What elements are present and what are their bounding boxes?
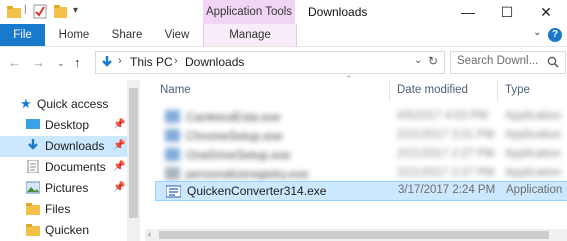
forward-arrow-icon[interactable]: → [32,55,45,70]
file-name: ChromeSetup.exe [186,129,283,143]
new-folder-icon[interactable] [53,4,68,19]
folder-icon [26,224,40,236]
file-date: 2/21/2017 3:21 PM [397,129,495,141]
file-date: 4/5/2017 4:53 PM [397,110,488,122]
nav-item-label: Pictures [45,181,89,195]
nav-item-label: Quicken [45,223,90,237]
search-box[interactable]: Search Downl... [450,51,566,74]
explorer-icon [7,6,21,18]
minimize-button[interactable]: — [450,2,486,22]
refresh-icon[interactable]: ↻ [428,54,438,68]
pictures-icon [26,181,40,194]
file-row-selected[interactable]: QuickenConverter314.exe 3/17/2017 2:24 P… [155,181,567,201]
quicken-app-icon [166,185,181,198]
tab-home[interactable]: Home [52,24,96,46]
scroll-left-icon[interactable]: ‹ [148,229,151,239]
pin-icon: 📌 [113,140,126,151]
navigation-pane: ★ Quick access Desktop 📌 Downloads 📌 Doc… [0,80,141,241]
pin-icon: 📌 [113,182,126,193]
address-bar[interactable]: › This PC › Downloads ⌄ ↻ [95,51,445,74]
up-arrow-icon[interactable]: ↑ [74,55,81,70]
file-date: 3/17/2017 2:24 PM [398,184,496,196]
search-input[interactable]: Search Downl... [457,55,538,67]
downloads-location-icon [102,56,112,67]
nav-item-label: Quick access [37,97,109,111]
close-button[interactable]: ✕ [528,2,564,22]
breadcrumb-separator: › [174,55,178,67]
separator: | [24,4,27,15]
file-name: personalizeregistry.exe [186,167,309,181]
expand-ribbon-icon[interactable]: ⌄ [533,27,541,38]
file-row[interactable]: OneDriveSetup.exe 2/21/2017 2:27 PM Appl… [155,145,567,164]
navigation-bar: ← → ⌄ ↑ › This PC › Downloads ⌄ ↻ Search… [0,47,567,77]
file-date: 2/21/2017 2:27 PM [397,167,495,179]
file-name: OneDriveSetup.exe [186,148,291,162]
file-type: Application [505,167,562,179]
download-arrow-icon [28,139,38,150]
back-arrow-icon[interactable]: ← [8,55,21,70]
tab-view[interactable]: View [156,24,198,46]
nav-item-label: Desktop [45,118,90,132]
nav-item-label: Documents [45,160,106,174]
star-icon: ★ [20,96,32,111]
nav-item-label: Files [45,202,71,216]
breadcrumb-separator: › [118,55,122,67]
file-date: 2/21/2017 2:27 PM [397,148,495,160]
nav-item-documents[interactable]: Documents 📌 [0,157,127,178]
nav-item-quick-access[interactable]: ★ Quick access [0,94,127,115]
column-header-name[interactable]: Name [160,84,191,96]
window-title: Downloads [308,5,368,19]
file-row[interactable]: ChromeSetup.exe 2/21/2017 3:21 PM Applic… [155,126,567,145]
nav-item-pictures[interactable]: Pictures 📌 [0,178,127,199]
recent-locations-icon[interactable]: ⌄ [57,58,65,69]
nav-item-downloads[interactable]: Downloads 📌 [0,136,127,157]
application-icon [165,110,180,123]
maximize-button[interactable]: ☐ [489,2,525,22]
file-list: ⌃ Name Date modified Type CanteeuiEsta.e… [145,74,567,241]
folder-icon [26,203,40,215]
nav-item-desktop[interactable]: Desktop 📌 [0,115,127,136]
pin-icon: 📌 [113,119,126,130]
sort-indicator-icon: ⌃ [345,74,353,84]
file-name: QuickenConverter314.exe [187,184,327,198]
application-icon [165,148,180,161]
file-name: CanteeuiEsta.exe [186,110,281,124]
address-dropdown-icon[interactable]: ⌄ [414,55,422,66]
tab-file[interactable]: File [0,24,45,46]
file-type: Application [505,148,562,160]
file-row[interactable]: CanteeuiEsta.exe 4/5/2017 4:53 PM Applic… [155,107,567,126]
help-icon[interactable]: ? [548,28,562,42]
properties-icon[interactable] [33,4,47,19]
file-type: Application [505,129,562,141]
nav-pane-scrollbar-thumb[interactable] [129,88,138,218]
desktop-folder-icon [26,119,40,129]
nav-item-label: Downloads [45,139,105,153]
search-icon [547,56,559,68]
file-type: Application [505,110,562,122]
horizontal-scrollbar-thumb[interactable] [159,231,549,239]
application-icon [165,167,180,180]
ribbon-tabs: File Home Share View Manage ⌄ ? [0,24,567,47]
tab-share[interactable]: Share [104,24,150,46]
file-type: Application [506,184,563,196]
customize-qat-icon[interactable]: ▾ [73,5,78,16]
documents-icon [27,160,39,173]
column-divider[interactable] [497,80,498,102]
title-bar: | ▾ Application Tools Downloads — ☐ ✕ [0,0,567,24]
breadcrumb-this-pc[interactable]: This PC [130,55,173,69]
pin-icon: 📌 [113,161,126,172]
column-header-date-modified[interactable]: Date modified [397,84,468,96]
nav-item-files[interactable]: Files [0,199,127,220]
tab-manage[interactable]: Manage [203,24,297,46]
context-tab-label: Application Tools [205,6,293,18]
column-divider[interactable] [389,80,390,102]
application-icon [165,129,180,142]
nav-item-quicken[interactable]: Quicken [0,220,127,241]
breadcrumb-downloads[interactable]: Downloads [185,55,244,69]
column-header-type[interactable]: Type [505,84,530,96]
